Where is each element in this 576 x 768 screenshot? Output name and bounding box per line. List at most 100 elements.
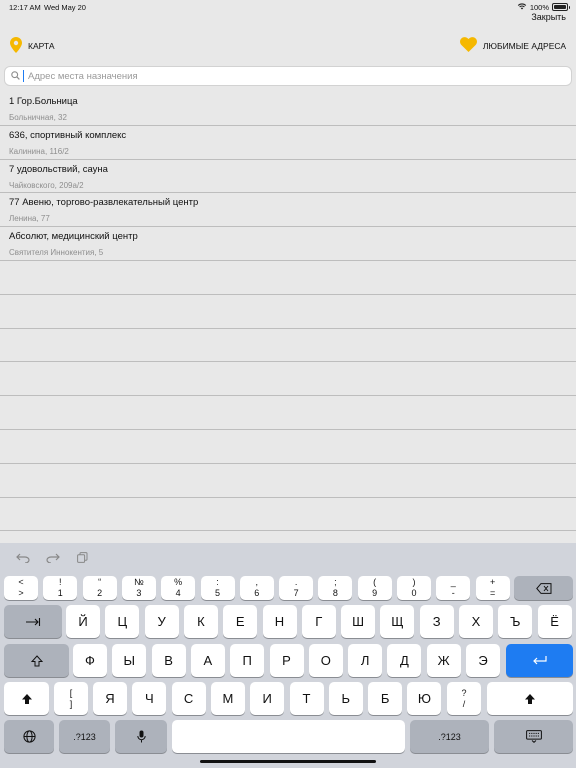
shift-key[interactable] bbox=[4, 682, 49, 715]
list-item[interactable]: 1 Гор.Больница Больничная, 32 bbox=[0, 92, 576, 126]
key-number[interactable]: ! 1 bbox=[43, 576, 78, 600]
redo-icon[interactable] bbox=[46, 552, 60, 566]
key-letter[interactable]: Ю bbox=[407, 682, 442, 715]
key-letter[interactable]: Е bbox=[223, 605, 258, 638]
key-letter[interactable]: Й bbox=[66, 605, 100, 638]
key-legend: “2 bbox=[97, 577, 102, 599]
key-bottom-label: 9 bbox=[372, 588, 378, 598]
key-legend: ; 8 bbox=[333, 577, 338, 599]
key-letter[interactable]: К bbox=[183, 605, 218, 638]
favorites-button[interactable]: ЛЮБИМЫЕ АДРЕСА bbox=[459, 37, 566, 54]
numbers-toggle-key[interactable]: .?123 bbox=[410, 720, 489, 753]
key-number[interactable]: _ - bbox=[436, 576, 471, 600]
status-time: 12:17 AM bbox=[9, 3, 41, 12]
key-top-label: ; bbox=[334, 577, 337, 587]
key-letter[interactable]: Э bbox=[466, 644, 500, 677]
list-item[interactable]: 636, спортивный комплекс Калинина, 116/2 bbox=[0, 126, 576, 160]
key-letter[interactable]: Ш bbox=[341, 605, 376, 638]
empty-row bbox=[0, 261, 576, 295]
shift-key[interactable] bbox=[487, 682, 573, 715]
key-top-label: [ bbox=[69, 687, 73, 698]
key-letter[interactable]: У bbox=[144, 605, 179, 638]
key-number[interactable]: “2 bbox=[82, 576, 117, 600]
undo-icon[interactable] bbox=[16, 552, 30, 566]
key-number[interactable]: № 3 bbox=[121, 576, 156, 600]
key-number[interactable]: :5 bbox=[200, 576, 235, 600]
return-key[interactable] bbox=[506, 644, 573, 677]
key-number[interactable]: ,6 bbox=[239, 576, 274, 600]
space-key[interactable] bbox=[172, 720, 405, 753]
key-letter[interactable]: Ы bbox=[112, 644, 147, 677]
key-letter[interactable]: С bbox=[171, 682, 206, 715]
key-question[interactable]: ? / bbox=[447, 682, 481, 715]
key-letter[interactable]: Р bbox=[269, 644, 304, 677]
battery-percent: 100% bbox=[529, 2, 549, 12]
globe-icon bbox=[22, 730, 36, 743]
shift-key[interactable] bbox=[4, 644, 69, 677]
search-input[interactable] bbox=[28, 70, 548, 82]
heart-icon bbox=[459, 37, 477, 54]
key-letter[interactable]: Ц bbox=[105, 605, 140, 638]
key-number[interactable]: < > bbox=[4, 576, 38, 600]
key-letter[interactable]: Б bbox=[368, 682, 403, 715]
globe-key[interactable] bbox=[4, 720, 54, 753]
key-number[interactable]: % 4 bbox=[161, 576, 196, 600]
key-letter[interactable]: Щ bbox=[380, 605, 415, 638]
key-letter[interactable]: О bbox=[308, 644, 343, 677]
key-top-label: < bbox=[18, 577, 24, 587]
key-letter[interactable]: И bbox=[250, 682, 285, 715]
key-letter[interactable]: Я bbox=[93, 682, 127, 715]
hide-keyboard-key[interactable] bbox=[494, 720, 573, 753]
shift-filled-icon bbox=[21, 693, 32, 704]
search-bar[interactable] bbox=[4, 66, 572, 86]
key-number[interactable]: ) 0 bbox=[397, 576, 431, 600]
key-bottom-label: 2 bbox=[97, 588, 103, 598]
key-letter[interactable]: М bbox=[210, 682, 245, 715]
shift-icon bbox=[30, 654, 43, 666]
key-letter[interactable]: Г bbox=[301, 605, 336, 638]
keyboard-toolbar bbox=[0, 543, 576, 573]
key-top-label: _ bbox=[450, 577, 456, 587]
key-bottom-label: 7 bbox=[293, 588, 299, 598]
key-letter[interactable]: Ъ bbox=[498, 605, 533, 638]
key-letter[interactable]: Ь bbox=[328, 682, 363, 715]
list-item[interactable]: Абсолют, медицинский центр Святителя Инн… bbox=[0, 227, 576, 261]
key-letter[interactable]: Ф bbox=[73, 644, 107, 677]
backspace-key[interactable] bbox=[514, 576, 573, 600]
key-legend: + = bbox=[490, 577, 495, 599]
numbers-toggle-key[interactable]: .?123 bbox=[59, 720, 110, 753]
key-letter[interactable]: Д bbox=[387, 644, 422, 677]
key-top-label: : bbox=[216, 577, 219, 587]
tab-key[interactable] bbox=[4, 605, 62, 638]
key-letter[interactable]: Т bbox=[289, 682, 324, 715]
key-letter[interactable]: Н bbox=[262, 605, 297, 638]
key-top-label: “ bbox=[98, 577, 102, 587]
place-address: Калинина, 116/2 bbox=[9, 146, 69, 156]
place-name: 1 Гор.Больница bbox=[9, 96, 78, 107]
key-number[interactable]: .7 bbox=[279, 576, 314, 600]
backspace-icon bbox=[535, 582, 551, 594]
key-letter[interactable]: Х bbox=[459, 605, 493, 638]
search-icon bbox=[11, 67, 20, 85]
key-number[interactable]: ; 8 bbox=[318, 576, 353, 600]
key-letter[interactable]: З bbox=[419, 605, 454, 638]
key-letter[interactable]: Ё bbox=[537, 605, 572, 638]
key-letter[interactable]: А bbox=[190, 644, 225, 677]
dictation-key[interactable] bbox=[115, 720, 167, 753]
key-letter[interactable]: Ч bbox=[132, 682, 167, 715]
key-letter[interactable]: П bbox=[230, 644, 265, 677]
key-letter[interactable]: В bbox=[151, 644, 186, 677]
key-number[interactable]: + = bbox=[475, 576, 510, 600]
key-number[interactable]: (9 bbox=[357, 576, 392, 600]
close-button[interactable]: Закрыть bbox=[531, 12, 566, 22]
list-item[interactable]: 7 удовольствий, сауна Чайковского, 209а/… bbox=[0, 160, 576, 194]
key-legend: № 3 bbox=[134, 577, 144, 599]
list-item[interactable]: 77 Авеню, торгово-развлекательный центр … bbox=[0, 193, 576, 228]
key-letter[interactable]: Ж bbox=[426, 644, 461, 677]
key-legend: .7 bbox=[294, 577, 299, 599]
map-button[interactable]: КАРТА bbox=[10, 37, 55, 55]
key-letter[interactable]: Л bbox=[348, 644, 383, 677]
place-name: 7 удовольствий, сауна bbox=[9, 163, 108, 175]
paste-icon[interactable] bbox=[77, 552, 88, 566]
key-bracket[interactable]: [] bbox=[54, 682, 88, 715]
